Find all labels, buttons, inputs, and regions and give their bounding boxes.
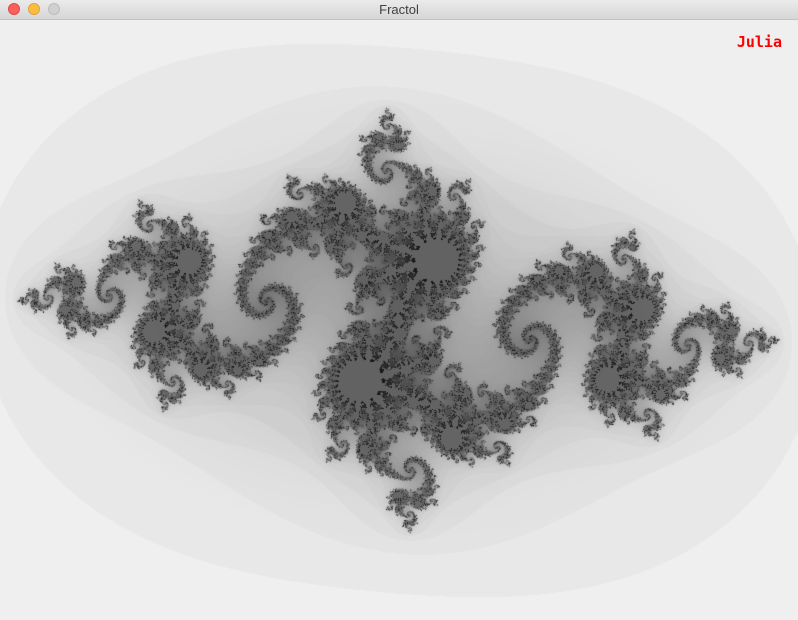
title-bar[interactable]: Fractol <box>0 0 798 20</box>
window-title: Fractol <box>379 2 419 17</box>
julia-set-render <box>0 20 798 620</box>
fractal-type-label: Julia <box>736 33 782 51</box>
app-window: Fractol Julia <box>0 0 798 620</box>
fractal-canvas[interactable]: Julia <box>0 20 798 620</box>
